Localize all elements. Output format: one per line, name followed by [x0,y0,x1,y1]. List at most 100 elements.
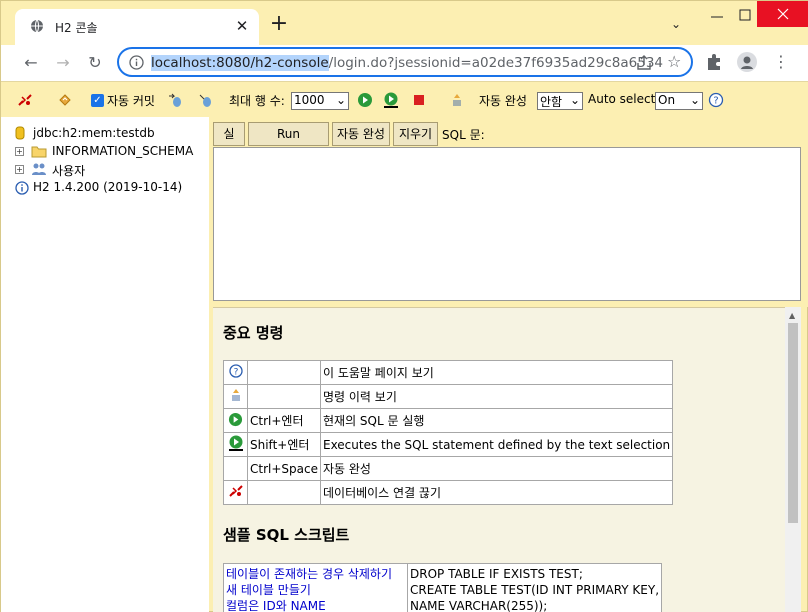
chevron-down-icon: ⌄ [689,93,700,107]
sample-code-line: DROP TABLE IF EXISTS TEST; [410,567,583,581]
rollback-icon[interactable] [167,92,183,108]
address-bar-row: ← → ↻ localhost:8080/h2-console/login.do… [1,45,808,81]
svg-text:?: ? [713,96,718,107]
share-icon[interactable] [635,54,653,72]
help-cell-desc: 명령 이력 보기 [319,384,674,409]
history-icon [231,389,240,401]
run-icon[interactable] [357,92,373,108]
tree-item-label: jdbc:h2:mem:testdb [33,126,155,140]
scroll-thumb[interactable] [788,323,798,523]
result-scrollbar[interactable]: ▲ [785,307,801,612]
help-cell-icon: ? [223,360,248,385]
result-panel: 중요 명령 ? 이 도움말 페이지 보기 명령 이력 보기 Ctrl+엔터 현재… [213,307,785,612]
commit-icon[interactable] [197,92,213,108]
help-cell-icon [223,456,248,481]
help-cell-key: Ctrl+엔터 [247,408,321,433]
url-rest-text: /login.do?jsessionid=a02de37f6935ad29c8a… [328,55,664,71]
url-text[interactable]: localhost:8080/h2-console/login.do?jsess… [151,55,663,71]
schema-tree: jdbc:h2:mem:testdb + INFORMATION_SCHEMA … [1,117,209,612]
important-commands-title: 중요 명령 [223,324,284,342]
max-rows-select[interactable]: 1000 ⌄ [291,92,349,110]
table-row: 데이터베이스 연결 끊기 [223,480,674,505]
disconnect-icon[interactable] [17,92,33,108]
max-rows-value: 1000 [294,93,325,107]
browser-menu-icon[interactable]: ⋮ [773,53,789,71]
new-tab-button[interactable]: + [267,13,291,37]
autoselect-select[interactable]: On ⌄ [655,92,703,110]
sql-input[interactable] [213,147,801,301]
scroll-up-icon[interactable]: ▲ [789,311,795,320]
help-cell-icon [223,384,248,409]
omnibox[interactable]: localhost:8080/h2-console/login.do?jsess… [117,47,693,77]
chevron-down-icon: ⌄ [335,93,346,107]
help-cell-key [247,480,321,505]
tree-item-label: INFORMATION_SCHEMA [52,144,194,158]
sample-link-drop-table[interactable]: 테이블이 존재하는 경우 삭제하기 [226,566,405,582]
query-panel: 실행 Run Selected 자동 완성 지우기 SQL 문: [209,117,808,307]
table-row: 명령 이력 보기 [223,384,674,409]
autoselect-label: Auto select [588,92,656,106]
important-commands-table: ? 이 도움말 페이지 보기 명령 이력 보기 Ctrl+엔터 현재의 SQL … [223,360,674,505]
run-selected-button[interactable]: Run Selected [248,122,329,163]
tab-title: H2 콘솔 [55,21,98,35]
autocomplete-button[interactable]: 자동 완성 [332,122,390,146]
help-cell-icon [223,432,248,457]
history-icon[interactable] [449,92,465,108]
maximize-icon[interactable] [735,7,755,23]
disconnect-icon [228,485,243,497]
help-cell-icon [223,408,248,433]
help-cell-icon [223,480,248,505]
help-cell-key [247,384,321,409]
window-close-icon[interactable] [757,1,808,27]
stop-icon[interactable] [411,92,427,108]
database-icon [15,126,25,140]
autoselect-value: On [658,93,676,107]
extensions-icon[interactable] [705,53,723,71]
sample-link-columns[interactable]: 컬럼은 ID와 NAME [226,598,405,612]
tab-strip: H2 콘솔 ✕ + ⌄ [1,1,808,45]
browser-window: H2 콘솔 ✕ + ⌄ ← → ↻ localhost:8080/h2-cons… [0,0,808,612]
svg-text:?: ? [233,368,238,378]
table-row: Ctrl+엔터 현재의 SQL 문 실행 [223,408,674,433]
clear-button[interactable]: 지우기 [393,122,438,146]
browser-tab[interactable]: H2 콘솔 ✕ [15,9,259,45]
autocomplete-label: 자동 완성 [479,94,527,108]
autocommit-checkbox[interactable]: ✓ [91,94,104,107]
help-icon: ? [228,364,243,378]
tab-search-icon[interactable]: ⌄ [671,17,687,33]
expand-icon[interactable]: + [15,165,24,174]
sample-code-line: NAME VARCHAR(255)); [410,599,548,612]
folder-icon [31,146,47,158]
expand-icon[interactable]: + [15,147,24,156]
refresh-icon[interactable] [57,92,73,108]
chevron-down-icon: ⌄ [569,93,580,107]
back-icon[interactable]: ← [21,53,41,73]
minimize-icon[interactable] [707,9,727,23]
sample-link-create-table[interactable]: 새 테이블 만들기 [226,582,405,598]
sql-label: SQL 문: [442,128,485,142]
reload-icon[interactable]: ↻ [85,53,105,73]
site-info-icon[interactable] [129,55,144,70]
max-rows-label: 최대 행 수: [229,94,285,108]
profile-avatar-icon[interactable] [737,52,757,72]
help-cell-desc: 현재의 SQL 문 실행 [319,408,674,433]
url-selected-text: localhost:8080/h2-console [151,55,329,71]
info-icon [15,181,29,195]
users-icon [32,163,46,175]
autocomplete-select[interactable]: 안함 ⌄ [537,92,583,110]
run-button[interactable]: 실행 [213,122,245,163]
run-icon [228,412,243,426]
bookmark-star-icon[interactable]: ☆ [667,52,681,71]
help-cell-desc: 데이터베이스 연결 끊기 [319,480,674,505]
h2-toolbar: ✓ 자동 커밋 최대 행 수: 1000 ⌄ 자동 완성 안함 ⌄ Auto sel… [1,81,808,117]
forward-icon[interactable]: → [53,53,73,73]
sample-links-cell: 테이블이 존재하는 경우 삭제하기 새 테이블 만들기 컬럼은 ID와 NAME [223,563,408,612]
tree-item-label: H2 1.4.200 (2019-10-14) [33,180,183,194]
run-selected-icon[interactable] [383,92,399,108]
sample-code-cell: DROP TABLE IF EXISTS TEST; CREATE TABLE … [406,563,663,612]
help-icon[interactable]: ? [708,92,724,108]
table-row: 테이블이 존재하는 경우 삭제하기 새 테이블 만들기 컬럼은 ID와 NAME… [223,563,663,612]
help-cell-desc: 이 도움말 페이지 보기 [319,360,674,385]
autocomplete-value: 안함 [540,95,563,109]
tab-close-icon[interactable]: ✕ [233,17,251,35]
